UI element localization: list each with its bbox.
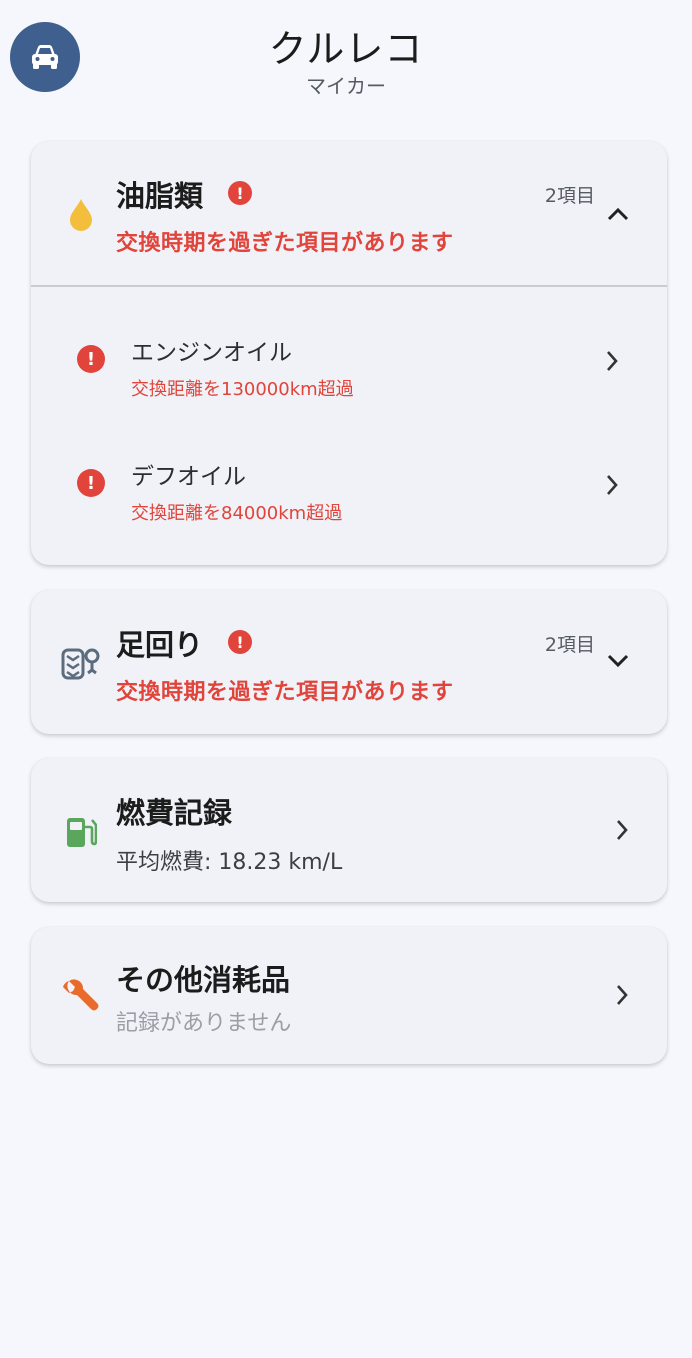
- others-title: その他消耗品: [116, 963, 291, 997]
- chevron-right-icon: [601, 473, 623, 497]
- list-item-diff-oil[interactable]: ! デフオイル 交換距離を84000km超過: [31, 425, 667, 549]
- item-detail: 交換距離を84000km超過: [131, 503, 343, 524]
- category-count: 2項目: [544, 185, 595, 207]
- tire-icon: [61, 644, 101, 684]
- category-count: 2項目: [544, 634, 595, 656]
- chevron-right-icon: [611, 983, 633, 1007]
- app-title: クルレコ: [268, 27, 424, 71]
- oil-drop-icon: [61, 195, 101, 235]
- category-warning: 交換時期を過ぎた項目があります: [116, 680, 454, 705]
- divider: [31, 285, 667, 287]
- alert-icon: !: [77, 345, 105, 373]
- chevron-up-icon[interactable]: [605, 201, 631, 227]
- chevron-right-icon: [611, 818, 633, 842]
- category-header-suspension[interactable]: 足回り ! 2項目 交換時期を過ぎた項目があります: [31, 590, 667, 734]
- category-warning: 交換時期を過ぎた項目があります: [116, 231, 454, 256]
- item-name: デフオイル: [131, 464, 246, 490]
- category-card-oils: 油脂類 ! 2項目 交換時期を過ぎた項目があります ! エンジンオイル 交換距離…: [31, 141, 667, 565]
- alert-icon: !: [228, 181, 252, 205]
- fuel-title: 燃費記録: [116, 796, 233, 830]
- wrench-icon: [61, 975, 101, 1015]
- alert-icon: !: [77, 469, 105, 497]
- category-title: 油脂類: [116, 179, 204, 213]
- item-name: エンジンオイル: [131, 340, 292, 366]
- vehicle-name: マイカー: [306, 74, 386, 98]
- fuel-summary: 平均燃費: 18.23 km/L: [116, 850, 343, 875]
- app-header: クルレコ マイカー: [0, 0, 692, 110]
- others-summary: 記録がありません: [116, 1011, 292, 1036]
- category-header-oils[interactable]: 油脂類 ! 2項目 交換時期を過ぎた項目があります: [31, 141, 667, 285]
- fuel-record-card[interactable]: 燃費記録 平均燃費: 18.23 km/L: [31, 758, 667, 902]
- fuel-pump-icon: [61, 812, 101, 852]
- alert-icon: !: [228, 630, 252, 654]
- other-consumables-card[interactable]: その他消耗品 記録がありません: [31, 927, 667, 1064]
- chevron-down-icon[interactable]: [605, 648, 631, 674]
- item-detail: 交換距離を130000km超過: [131, 379, 354, 400]
- category-title: 足回り: [116, 628, 204, 662]
- chevron-right-icon: [601, 349, 623, 373]
- category-card-suspension[interactable]: 足回り ! 2項目 交換時期を過ぎた項目があります: [31, 590, 667, 734]
- list-item-engine-oil[interactable]: ! エンジンオイル 交換距離を130000km超過: [31, 301, 667, 425]
